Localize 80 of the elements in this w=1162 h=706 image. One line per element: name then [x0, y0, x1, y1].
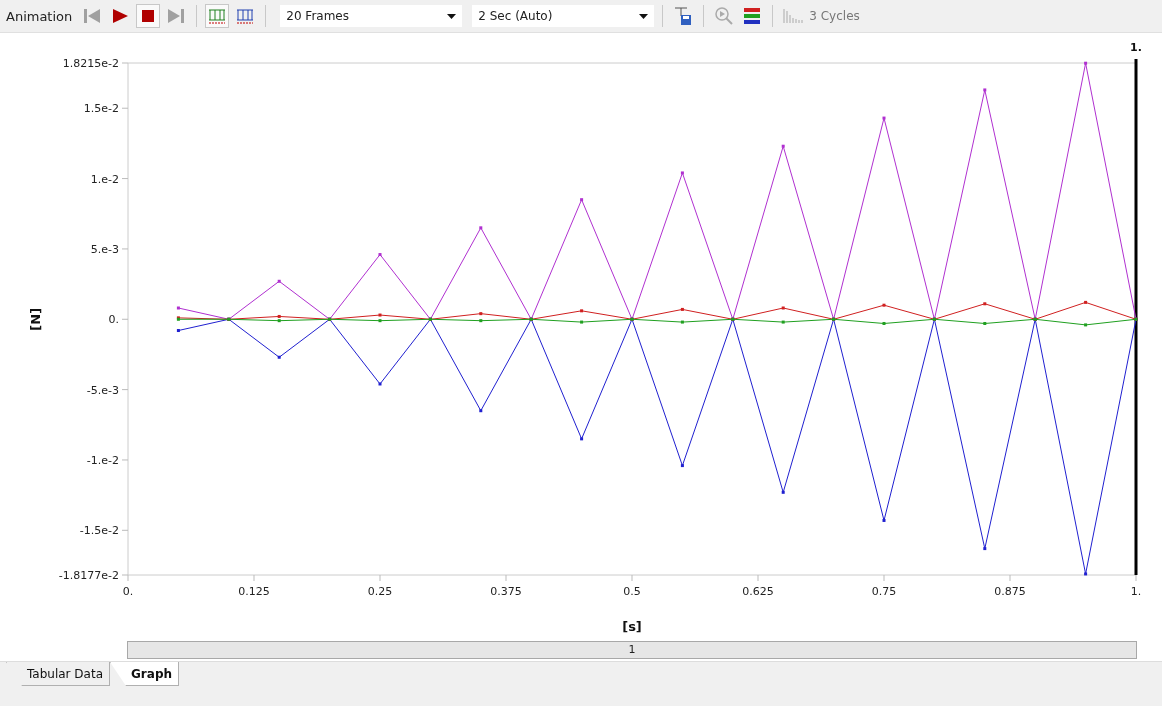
- y-tick-label: -1.8177e-2: [58, 569, 119, 582]
- point: [1084, 300, 1088, 304]
- point: [983, 88, 987, 92]
- caret-icon: [639, 13, 649, 19]
- play-icon: [111, 8, 130, 24]
- x-tick-label: 0.5: [623, 585, 641, 598]
- point: [983, 547, 987, 551]
- cycles-label: 3 Cycles: [809, 9, 860, 23]
- cursor-label: 1.: [1130, 41, 1142, 54]
- x-tick-label: 1.: [1130, 585, 1142, 598]
- tab[interactable]: Tabular Data: [6, 662, 110, 686]
- x-tick-label: 0.25: [367, 585, 393, 598]
- point: [680, 307, 684, 311]
- y-tick-label: 5.e-3: [90, 242, 119, 256]
- point: [580, 437, 584, 441]
- point: [176, 329, 180, 333]
- y-tick-label: -1.5e-2: [79, 524, 119, 538]
- y-axis-title: [N]: [28, 307, 43, 331]
- x-axis-title: [s]: [622, 619, 642, 634]
- caret-icon: [447, 13, 457, 19]
- skip-forward-icon: [167, 8, 186, 24]
- point: [882, 518, 886, 522]
- y-tick-label: 1.5e-2: [83, 102, 119, 116]
- y-tick-label: -5.e-3: [86, 383, 119, 397]
- x-tick-label: 0.75: [871, 585, 897, 598]
- step-bar[interactable]: 1: [127, 641, 1137, 659]
- point: [781, 490, 785, 494]
- point: [882, 303, 886, 307]
- y-tick-label: 1.8215e-2: [62, 57, 119, 70]
- point: [277, 314, 281, 318]
- magnifier-icon: [714, 6, 735, 26]
- frames-dropdown[interactable]: 20 Frames: [280, 5, 463, 27]
- point: [983, 321, 987, 325]
- tab[interactable]: Graph: [110, 662, 179, 686]
- point: [680, 320, 684, 324]
- point: [781, 306, 785, 310]
- point: [479, 226, 483, 230]
- time-cursor[interactable]: [1134, 59, 1138, 575]
- save-export-icon: [673, 6, 694, 26]
- y-tick-label: 1.e-2: [90, 172, 119, 186]
- waveform-icon: [782, 6, 805, 26]
- point: [378, 382, 382, 386]
- x-tick-label: 0.625: [742, 585, 774, 598]
- x-tick-label: 0.: [122, 585, 134, 598]
- x-tick-label: 0.875: [994, 585, 1026, 598]
- point: [882, 321, 886, 325]
- point: [378, 253, 382, 257]
- stop-icon: [141, 9, 156, 23]
- point: [176, 306, 180, 310]
- toolbar-label: Animation: [6, 8, 73, 24]
- point: [479, 312, 483, 316]
- point: [479, 319, 483, 323]
- skip-back-icon: [83, 8, 102, 24]
- point: [580, 198, 584, 202]
- point: [1084, 323, 1088, 327]
- point: [680, 464, 684, 468]
- point: [781, 144, 785, 148]
- point: [1084, 61, 1088, 65]
- point: [378, 313, 382, 317]
- point: [277, 279, 281, 283]
- x-tick-label: 0.125: [238, 585, 270, 598]
- point: [277, 355, 281, 359]
- toolbar-button[interactable]: [136, 4, 161, 28]
- point: [580, 320, 584, 324]
- y-tick-label: -1.e-2: [86, 453, 119, 467]
- frames-icon: [207, 8, 228, 24]
- point: [781, 320, 785, 324]
- point: [479, 409, 483, 413]
- point: [680, 171, 684, 175]
- color-bars-icon: [742, 6, 763, 26]
- duration-dropdown[interactable]: 2 Sec (Auto): [472, 5, 655, 27]
- point: [580, 309, 584, 313]
- point: [378, 319, 382, 323]
- x-tick-label: 0.375: [490, 585, 522, 598]
- point: [277, 319, 281, 323]
- point: [983, 302, 987, 306]
- point: [882, 116, 886, 120]
- point: [1084, 572, 1088, 576]
- y-tick-label: 0.: [108, 313, 119, 327]
- frames-icon: [235, 8, 256, 24]
